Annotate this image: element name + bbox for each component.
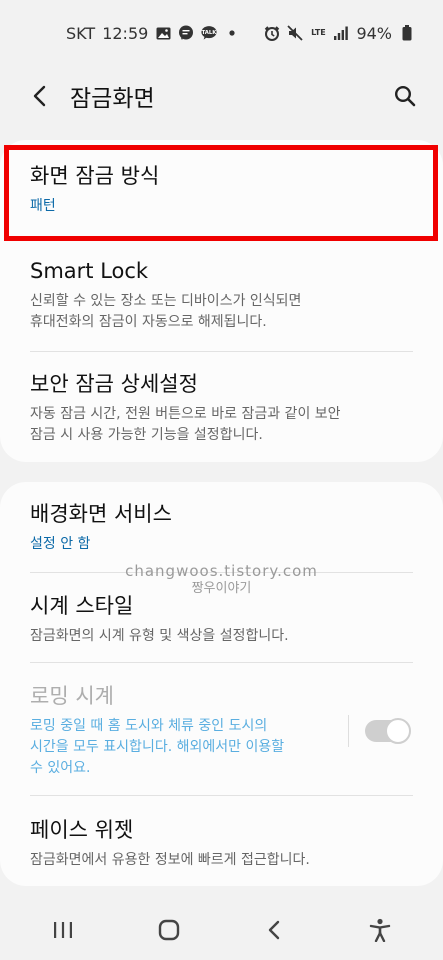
carrier-label: SKT xyxy=(66,23,96,43)
desc-line: 자동 잠금 시간, 전원 버튼으로 바로 잠금과 같이 보안 xyxy=(30,406,341,422)
mute-icon xyxy=(287,25,304,41)
search-icon[interactable] xyxy=(391,82,419,110)
accessibility-icon[interactable] xyxy=(360,910,400,950)
desc-line: 휴대전화의 잠금이 자동으로 해제됩니다. xyxy=(30,314,267,330)
desc-line: 수 있어요. xyxy=(30,760,91,776)
lock-screen-style-card: 배경화면 서비스 설정 안 함 시계 스타일 잠금화면의 시계 유형 및 색상을… xyxy=(0,482,443,886)
status-left: SKT 12:59 TALK xyxy=(66,24,240,43)
desc-line: 시간을 모두 표시합니다. 해외에서만 이용할 xyxy=(30,739,285,755)
item-description: 잠금화면에서 유용한 정보에 빠르게 접근합니다. xyxy=(30,850,415,871)
wallpaper-services-item[interactable]: 배경화면 서비스 설정 안 함 xyxy=(0,482,443,573)
recent-apps-icon[interactable] xyxy=(43,910,83,950)
item-value: 패턴 xyxy=(30,198,56,214)
desc-line: 잠금화면에서 유용한 정보에 빠르게 접근합니다. xyxy=(30,852,310,868)
face-widgets-item[interactable]: 페이스 위젯 잠금화면에서 유용한 정보에 빠르게 접근합니다. xyxy=(0,796,443,886)
smart-lock-item[interactable]: Smart Lock 신뢰할 수 있는 장소 또는 디바이스가 인식되면 휴대전… xyxy=(0,238,443,352)
item-description: 로밍 중일 때 홈 도시와 체류 중인 도시의 시간을 모두 표시합니다. 해외… xyxy=(30,716,330,779)
home-icon[interactable] xyxy=(149,910,189,950)
lte-icon: LTE xyxy=(310,25,326,41)
roaming-clock-item[interactable]: 로밍 시계 로밍 중일 때 홈 도시와 체류 중인 도시의 시간을 모두 표시합… xyxy=(0,663,443,796)
item-title: 배경화면 서비스 xyxy=(30,502,172,526)
item-description: 자동 잠금 시간, 전원 버튼으로 바로 잠금과 같이 보안 잠금 시 사용 가… xyxy=(30,404,415,446)
gallery-icon xyxy=(155,25,171,41)
item-description: 잠금화면의 시계 유형 및 색상을 설정합니다. xyxy=(30,626,415,647)
battery-percent: 94% xyxy=(356,23,392,43)
item-value: 설정 안 함 xyxy=(30,536,91,552)
clock: 12:59 xyxy=(102,23,149,43)
more-notifications-dot xyxy=(224,25,240,41)
desc-line: 로밍 중일 때 홈 도시와 체류 중인 도시의 xyxy=(30,718,268,734)
toggle-knob xyxy=(385,718,411,744)
desc-line: 신뢰할 수 있는 장소 또는 디바이스가 인식되면 xyxy=(30,293,302,309)
battery-icon xyxy=(399,25,415,41)
status-right: LTE 94% xyxy=(264,24,415,43)
lte-label: LTE xyxy=(311,28,326,37)
secure-lock-settings-item[interactable]: 보안 잠금 상세설정 자동 잠금 시간, 전원 버튼으로 바로 잠금과 같이 보… xyxy=(0,352,443,462)
item-title: Smart Lock xyxy=(30,259,149,283)
page-title: 잠금화면 xyxy=(70,86,155,112)
app-bar: 잠금화면 xyxy=(0,66,443,126)
item-title: 페이스 위젯 xyxy=(30,818,134,842)
roaming-clock-toggle[interactable] xyxy=(365,718,411,744)
vertical-separator xyxy=(348,715,349,747)
item-title: 로밍 시계 xyxy=(30,684,114,708)
clock-style-item[interactable]: 시계 스타일 잠금화면의 시계 유형 및 색상을 설정합니다. xyxy=(0,573,443,663)
svg-text:TALK: TALK xyxy=(202,30,217,36)
back-arrow-icon[interactable] xyxy=(26,82,54,110)
roaming-clock-toggle-area xyxy=(348,715,411,747)
item-title: 시계 스타일 xyxy=(30,594,134,618)
nav-back-icon[interactable] xyxy=(254,910,294,950)
desc-line: 잠금화면의 시계 유형 및 색상을 설정합니다. xyxy=(30,628,289,644)
desc-line: 잠금 시 사용 가능한 기능을 설정합니다. xyxy=(30,427,263,443)
status-bar: SKT 12:59 TALK LTE 94% xyxy=(0,0,443,66)
talk-icon: TALK xyxy=(201,25,217,41)
lock-security-card: 화면 잠금 방식 패턴 Smart Lock 신뢰할 수 있는 장소 또는 디바… xyxy=(0,140,443,462)
item-title: 화면 잠금 방식 xyxy=(30,164,160,188)
navigation-bar xyxy=(0,900,443,960)
screen-lock-type-item[interactable]: 화면 잠금 방식 패턴 xyxy=(0,140,443,238)
item-title: 보안 잠금 상세설정 xyxy=(30,372,198,396)
signal-icon xyxy=(333,25,349,41)
item-description: 신뢰할 수 있는 장소 또는 디바이스가 인식되면 휴대전화의 잠금이 자동으로… xyxy=(30,291,415,333)
message-icon xyxy=(178,25,194,41)
alarm-icon xyxy=(264,25,280,41)
